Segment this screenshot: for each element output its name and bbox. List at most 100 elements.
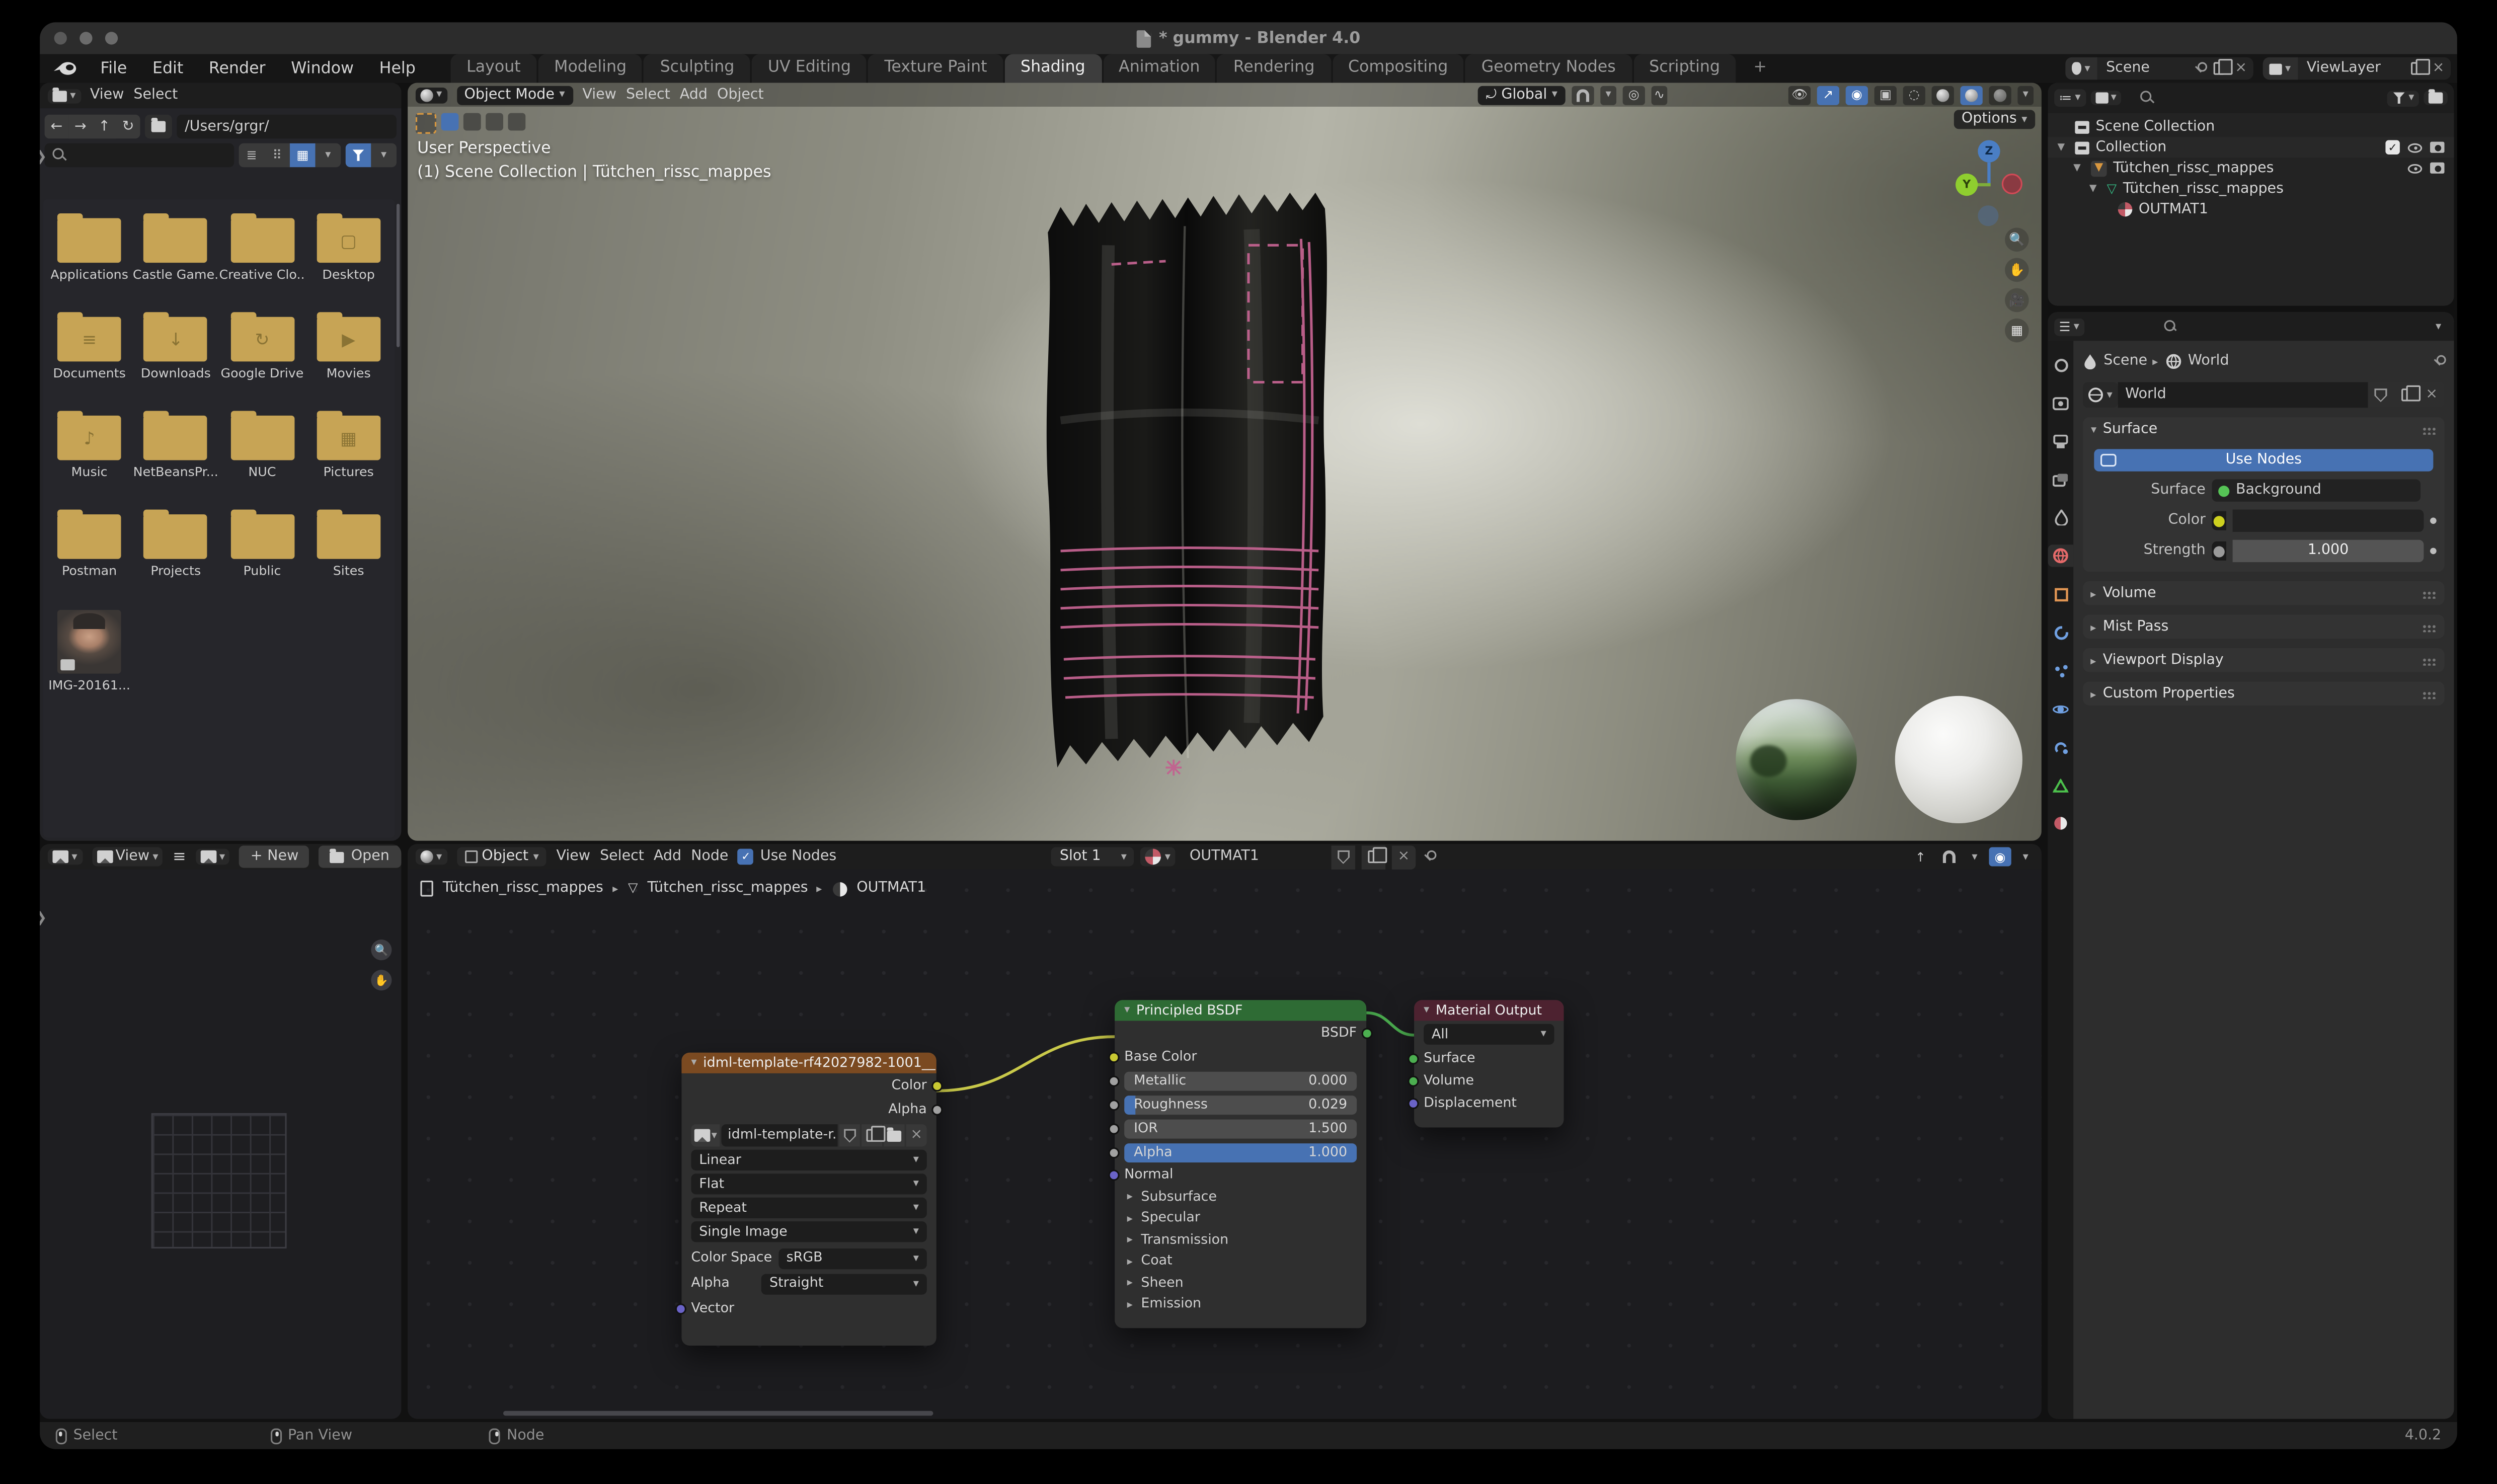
tab-object-data[interactable]	[2048, 774, 2074, 796]
show-gizmo-button[interactable]: ↗	[1817, 85, 1839, 105]
transmission-section[interactable]: ▾ Transmission	[1115, 1229, 1366, 1251]
outliner-search-input[interactable]	[2132, 88, 2377, 109]
folder-projects[interactable]: Projects	[132, 508, 219, 606]
extension-select[interactable]: Repeat ▾	[691, 1197, 927, 1218]
metallic-input-socket[interactable]	[1108, 1075, 1120, 1086]
zoom-2d-button[interactable]: 🔍	[371, 940, 392, 961]
tool-mode-button[interactable]	[486, 113, 503, 131]
expand-arrow-icon[interactable]: ▼	[2073, 163, 2084, 174]
browse-material-button[interactable]: ▾	[1141, 847, 1176, 867]
alpha-mode-select[interactable]: Straight ▾	[761, 1273, 927, 1294]
pan-viewport-button[interactable]: ✋	[2005, 258, 2029, 282]
normal-input-socket[interactable]	[1108, 1169, 1120, 1181]
back-button[interactable]: ←	[44, 114, 69, 139]
viewport-display-panel[interactable]: ▾ Viewport Display	[2083, 648, 2445, 672]
forward-button[interactable]: →	[68, 114, 93, 139]
show-overlays-button[interactable]: ◉	[1845, 85, 1868, 105]
image-editor-canvas[interactable]: 🔍 ✋	[40, 870, 401, 1419]
pin-icon[interactable]	[1422, 850, 1437, 863]
create-directory-button[interactable]	[144, 114, 172, 139]
tab-render[interactable]	[2048, 392, 2074, 414]
folder-music[interactable]: ♪ Music	[46, 409, 133, 508]
path-field[interactable]: /Users/grgr/	[177, 114, 397, 139]
outliner-row-object[interactable]: ▼ ▼ Tütchen_rissc_mappes	[2048, 158, 2454, 178]
open-image-button[interactable]: Open	[319, 845, 401, 868]
use-nodes-checkbox[interactable]: ✓ Use Nodes	[738, 848, 836, 865]
breadcrumb-world[interactable]: World	[2188, 354, 2229, 370]
folder-applications[interactable]: Applications	[46, 212, 133, 310]
tab-object[interactable]	[2048, 583, 2074, 605]
ior-slider[interactable]: IOR 1.500	[1124, 1119, 1357, 1138]
tab-texture-paint[interactable]: Texture Paint	[868, 54, 1003, 83]
new-image-button[interactable]: + New	[239, 845, 310, 868]
alpha-output-socket[interactable]	[931, 1103, 943, 1115]
menu-window[interactable]: Window	[278, 60, 366, 77]
zoom-window-button[interactable]	[105, 32, 118, 45]
file-browser-scrollbar[interactable]	[396, 204, 400, 347]
hamburger-menu-icon[interactable]: ≡	[173, 848, 186, 866]
viewlayer-browse-icon[interactable]: ▾	[2262, 57, 2297, 80]
copy-icon[interactable]	[2411, 59, 2431, 75]
active-tool-select-box-icon[interactable]	[415, 113, 437, 134]
alpha-slider[interactable]: Alpha 1.000	[1124, 1142, 1357, 1162]
source-select[interactable]: Single Image ▾	[691, 1221, 927, 1242]
scene-browse-icon[interactable]: ▾	[2065, 57, 2097, 80]
show-overlays-button[interactable]: ◉	[1989, 847, 2011, 867]
orthographic-toggle-button[interactable]: ▦	[2005, 318, 2029, 343]
mist-pass-panel[interactable]: ▾ Mist Pass	[2083, 614, 2445, 639]
display-mode-dropdown[interactable]: ▾	[2090, 91, 2122, 105]
file-browser-view-menu[interactable]: View	[90, 88, 124, 104]
shader-node-menu[interactable]: Node	[691, 849, 728, 865]
snap-settings-dropdown[interactable]: ▾	[1967, 847, 1983, 867]
gizmo-x-axis[interactable]	[2001, 173, 2022, 195]
interpolation-select[interactable]: Linear ▾	[691, 1149, 927, 1170]
expand-arrow-icon[interactable]: ▼	[2089, 183, 2100, 194]
slot-dropdown[interactable]: Slot 1 ▾	[1052, 847, 1135, 867]
region-expand-arrow[interactable]: ❯	[40, 149, 47, 166]
ior-input-socket[interactable]	[1108, 1122, 1120, 1134]
display-settings-dropdown[interactable]: ▾	[315, 143, 341, 168]
color-socket-icon[interactable]	[2212, 511, 2226, 530]
coat-section[interactable]: ▾ Coat	[1115, 1251, 1366, 1273]
copy-datablock-button[interactable]	[2393, 382, 2420, 408]
editor-type-button[interactable]: ☰ ▾	[2054, 318, 2084, 336]
gizmo-minus-z-axis[interactable]	[1978, 205, 1999, 226]
emission-section[interactable]: ▾ Emission	[1115, 1294, 1366, 1315]
material-output-node-header[interactable]: ▾ Material Output	[1414, 1000, 1564, 1021]
horizontal-list-button[interactable]: ⠿	[264, 143, 290, 168]
tab-particles[interactable]	[2048, 659, 2074, 681]
tab-world[interactable]	[2048, 544, 2074, 567]
toggle-xray-button[interactable]: ▣	[1874, 85, 1897, 105]
pin-icon[interactable]	[2194, 62, 2208, 74]
menu-render[interactable]: Render	[196, 60, 278, 77]
close-window-button[interactable]	[54, 32, 67, 45]
folder-castle-game[interactable]: Castle Game...	[132, 212, 219, 310]
editor-type-button[interactable]: ▾	[415, 87, 447, 103]
world-name-field[interactable]: World	[2117, 382, 2368, 408]
tab-sculpting[interactable]: Sculpting	[644, 54, 751, 83]
outliner-row-material[interactable]: OUTMAT1	[2048, 199, 2454, 220]
base-color-input-socket[interactable]	[1108, 1051, 1120, 1062]
scene-selector[interactable]: ▾ Scene ×	[2065, 57, 2253, 80]
folder-google-drive[interactable]: ↻ Google Drive	[219, 310, 305, 409]
copy-image-button[interactable]	[861, 1124, 886, 1147]
fake-user-button[interactable]	[2368, 382, 2394, 408]
folder-public[interactable]: Public	[219, 508, 305, 606]
tab-shading[interactable]: Shading	[1004, 54, 1102, 83]
pin-id-icon[interactable]	[2432, 355, 2446, 368]
panel-grip[interactable]	[2422, 426, 2437, 434]
filter-settings-dropdown[interactable]: ▾	[371, 143, 397, 168]
3d-viewport[interactable]: ▾ Object Mode ▾ View Select Add Object ⤾ G…	[408, 83, 2042, 841]
properties-search-input[interactable]	[2155, 316, 2331, 337]
image-texture-node-header[interactable]: ▾idml-template-rf42027982-1001__1.p...	[681, 1052, 937, 1073]
unlink-icon[interactable]: ×	[2235, 60, 2247, 75]
menu-edit[interactable]: Edit	[140, 60, 196, 77]
filter-toggle-button[interactable]	[345, 143, 371, 168]
add-workspace-button[interactable]: +	[1738, 54, 1783, 83]
gizmo-z-axis[interactable]: Z	[1978, 140, 2000, 163]
tab-geometry-nodes[interactable]: Geometry Nodes	[1465, 54, 1632, 83]
animate-strength-dot[interactable]	[2430, 548, 2437, 555]
vertical-list-button[interactable]: ≣	[239, 143, 265, 168]
region-expand-arrow[interactable]: ❯	[40, 911, 47, 927]
outliner-row-mesh[interactable]: ▼ ▽ Tütchen_rissc_mappes	[2048, 178, 2454, 199]
